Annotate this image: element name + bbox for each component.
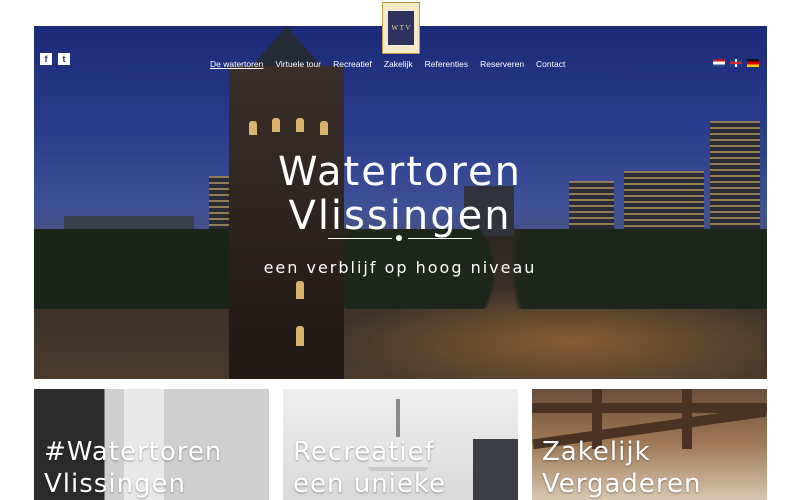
facebook-icon[interactable]: f (40, 53, 52, 65)
nav-zakelijk[interactable]: Zakelijk (384, 59, 413, 69)
nav-de-watertoren[interactable]: De watertoren (210, 59, 263, 69)
flag-nl-icon[interactable] (713, 59, 725, 67)
roof-beam (682, 389, 692, 449)
site-logo[interactable]: W T V (382, 2, 420, 54)
tower-window (320, 121, 328, 135)
card-zakelijk[interactable]: Zakelijk Vergaderen (532, 389, 767, 500)
flag-en-icon[interactable] (730, 59, 742, 67)
nav-contact[interactable]: Contact (536, 59, 565, 69)
language-switcher (713, 59, 759, 67)
tower-window (296, 118, 304, 132)
social-links: f t (40, 53, 70, 65)
card-image-window (473, 439, 518, 500)
card-subtitle: een unieke (293, 469, 447, 499)
nav-referenties[interactable]: Referenties (425, 59, 468, 69)
nav-recreatief[interactable]: Recreatief (333, 59, 372, 69)
divider-dot (396, 235, 402, 241)
tower-window (296, 326, 304, 346)
divider-line-right (408, 238, 472, 239)
divider-line-left (328, 238, 392, 239)
card-title: Zakelijk (542, 437, 651, 467)
card-title: #Watertoren (44, 437, 223, 467)
logo-emblem: W T V (388, 11, 414, 45)
hero-divider (328, 235, 472, 241)
card-subtitle: Vergaderen (542, 469, 702, 499)
twitter-icon[interactable]: t (58, 53, 70, 65)
lamp-cord (396, 399, 400, 439)
card-recreatief[interactable]: Recreatief een unieke (283, 389, 518, 500)
tower-window (272, 118, 280, 132)
tower-window (296, 281, 304, 299)
hero-title: Watertoren Vlissingen (0, 150, 800, 238)
flag-de-icon[interactable] (747, 59, 759, 67)
hero-title-line1: Watertoren (278, 149, 522, 195)
card-watertoren[interactable]: #Watertoren Vlissingen (34, 389, 269, 500)
tower-window (249, 121, 257, 135)
hero-title-line2: Vlissingen (288, 193, 512, 239)
nav-virtuele-tour[interactable]: Virtuele tour (275, 59, 321, 69)
card-title: Recreatief (293, 437, 435, 467)
card-subtitle: Vlissingen (44, 469, 187, 499)
nav-reserveren[interactable]: Reserveren (480, 59, 524, 69)
main-nav: De watertoren Virtuele tour Recreatief Z… (210, 59, 565, 69)
hero-tagline: een verblijf op hoog niveau (263, 258, 537, 277)
